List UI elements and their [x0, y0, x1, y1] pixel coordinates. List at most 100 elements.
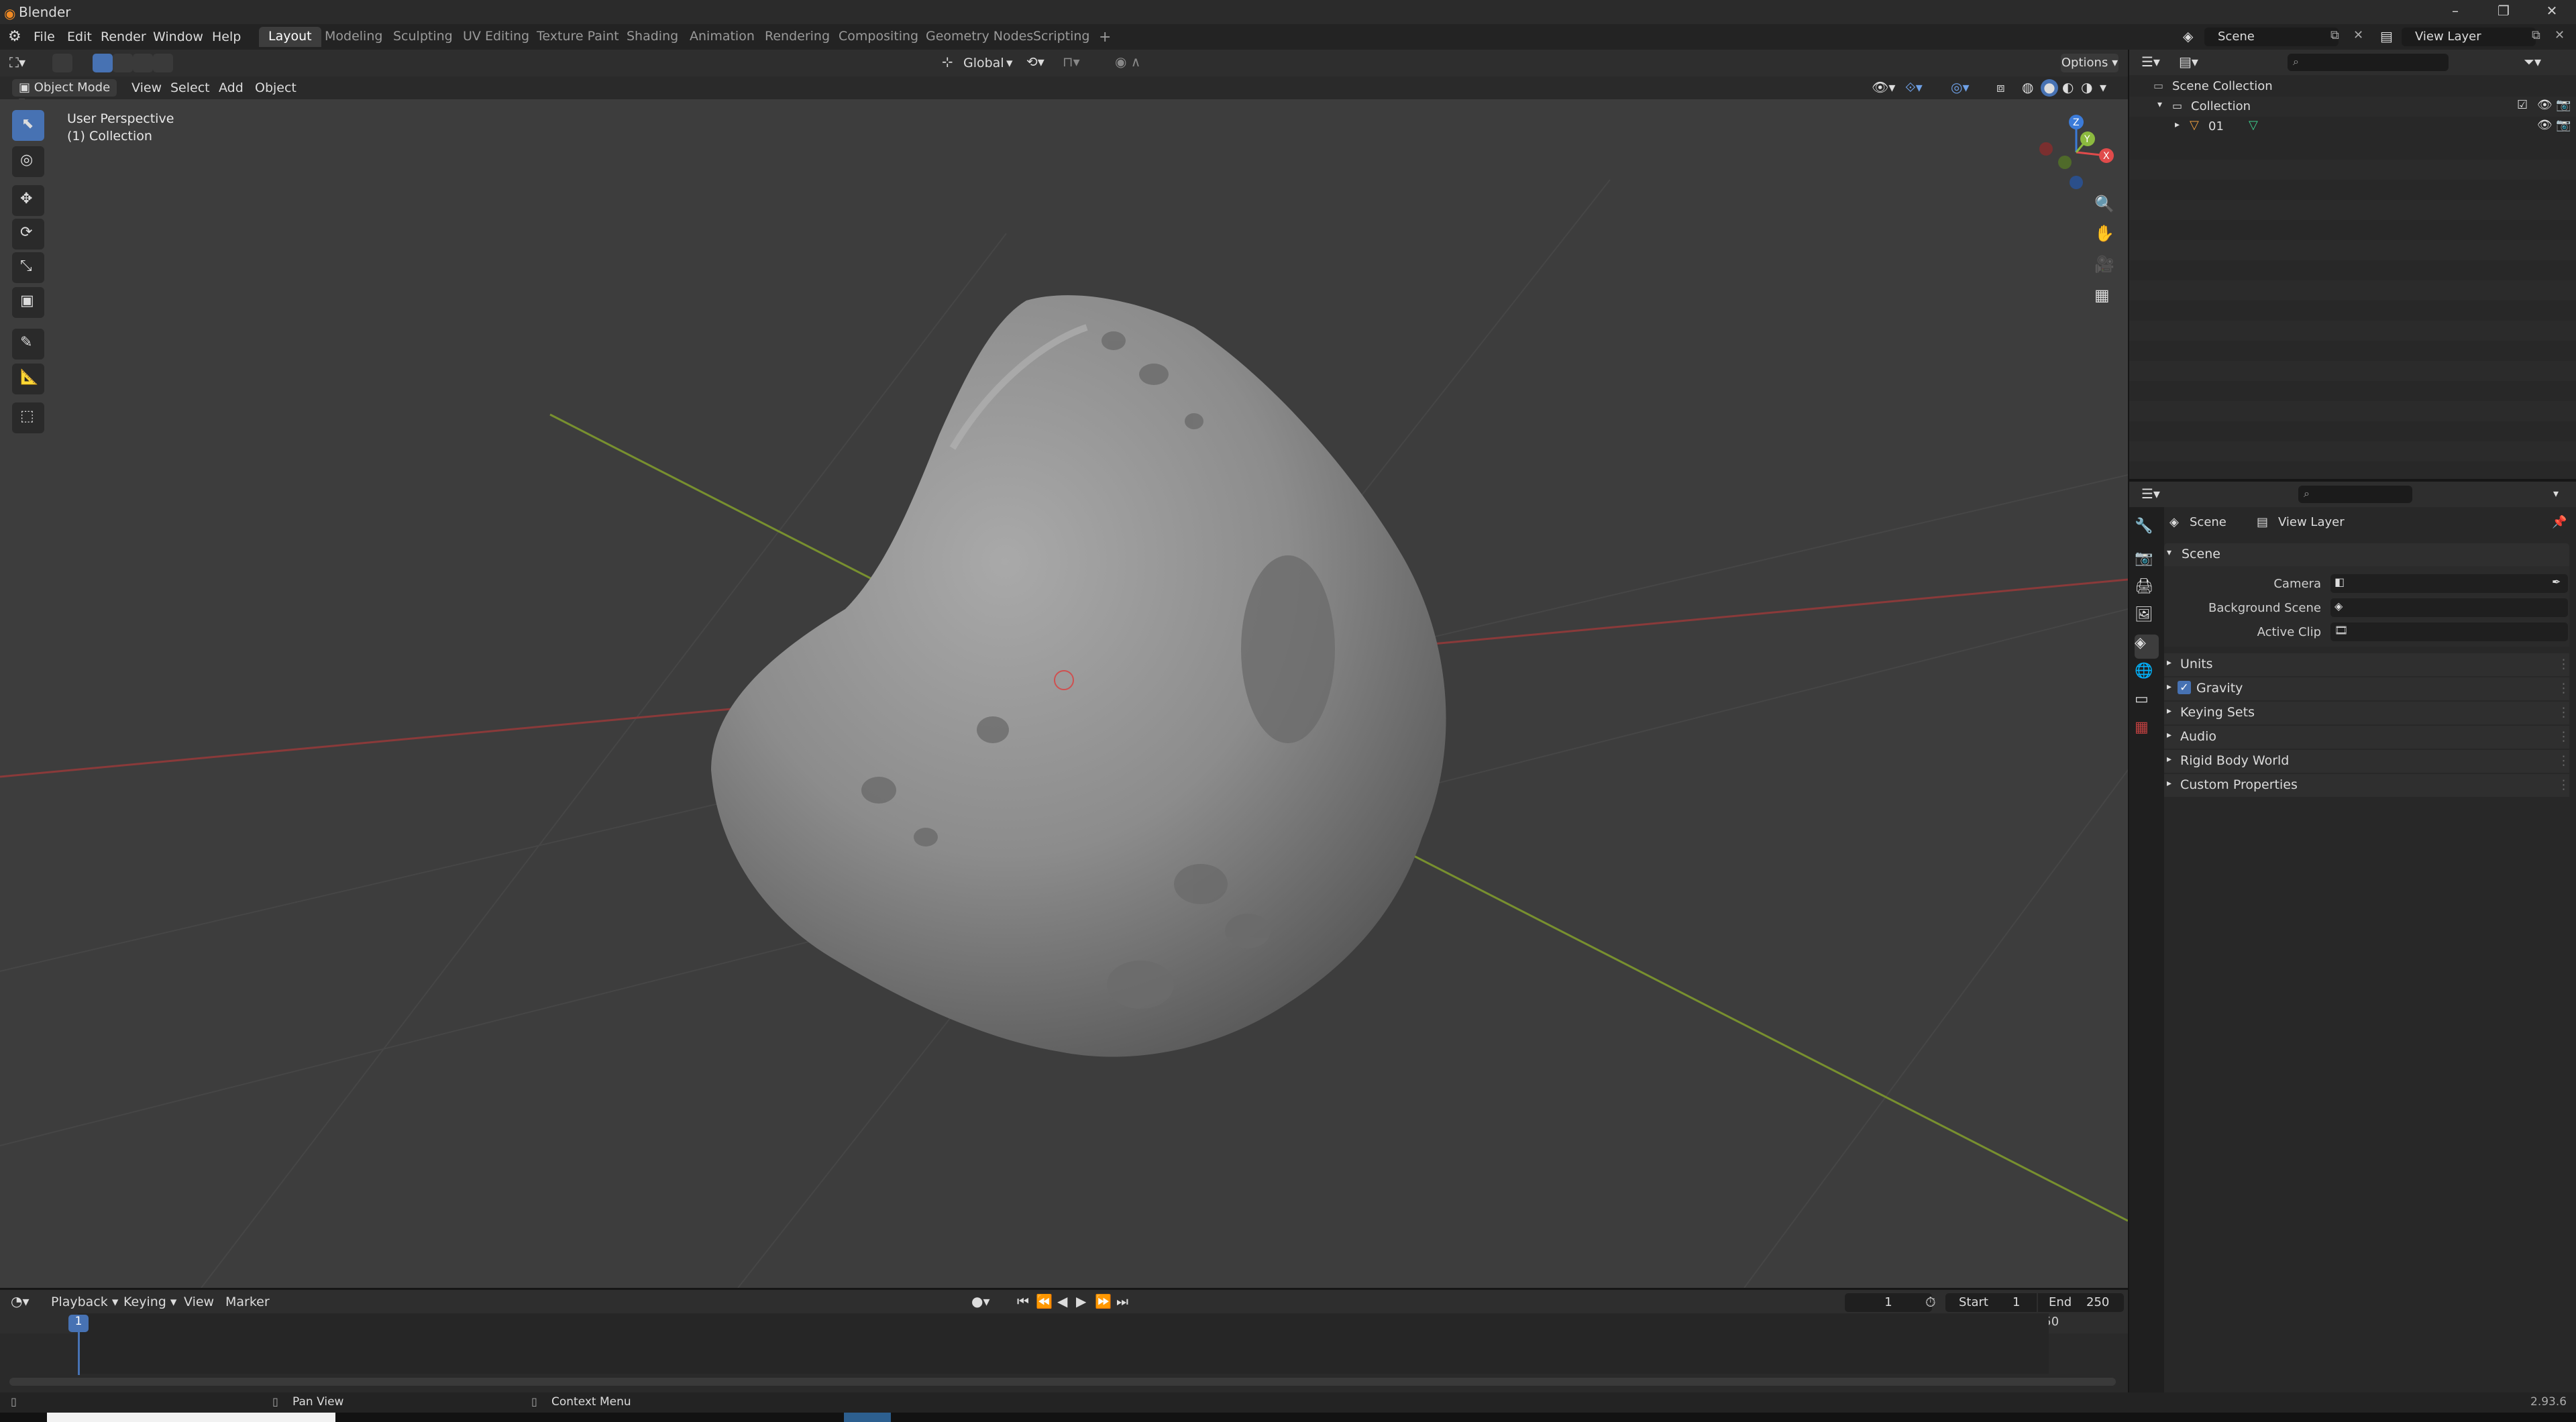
chevron-down-icon[interactable]: ▾ — [2553, 487, 2559, 500]
camera-view-icon[interactable]: 🎥 — [2094, 255, 2114, 274]
outliner-row[interactable]: ▾ ▭ Collection ☑ 👁 📷 — [2129, 97, 2576, 117]
select-box-icon[interactable] — [52, 54, 72, 72]
pan-hand-icon[interactable]: ✋ — [2094, 224, 2114, 243]
collection-tab-icon[interactable]: ▭ — [2135, 691, 2159, 715]
tool-cursor[interactable]: ◎ — [12, 146, 44, 177]
outliner-row[interactable]: ▭ Scene Collection — [2129, 76, 2576, 97]
chevron-down-icon[interactable]: ▾ — [1006, 56, 1013, 70]
drag-handle-icon[interactable]: ⋮ — [2557, 777, 2570, 792]
tab-uv-editing[interactable]: UV Editing — [453, 27, 539, 47]
add-workspace-icon[interactable]: + — [1089, 27, 1120, 47]
drag-handle-icon[interactable]: ⋮ — [2557, 681, 2570, 696]
camera-icon[interactable]: 📷 — [2556, 118, 2571, 132]
viewport-menu-object[interactable]: Object — [255, 80, 297, 95]
proportional-editing-icon[interactable]: ◉ ∧ — [1115, 54, 1140, 70]
subpanel-keying-sets[interactable]: ▸ Keying Sets ⋮ — [2164, 702, 2570, 724]
taskbar-search-box[interactable] — [47, 1413, 335, 1422]
drag-handle-icon[interactable]: ⋮ — [2557, 705, 2570, 720]
camera-icon[interactable]: 📷 — [2556, 98, 2571, 112]
xray-toggle-icon[interactable]: ⧈ — [1996, 79, 2005, 95]
select-subtract-icon[interactable] — [133, 54, 153, 72]
tool-settings-tab-icon[interactable]: 🔧 — [2135, 518, 2159, 542]
tab-compositing[interactable]: Compositing — [829, 27, 928, 47]
options-dropdown[interactable]: Options ▾ — [2061, 54, 2118, 72]
timeline-editor-icon[interactable]: ◔▾ — [11, 1293, 30, 1309]
background-scene-field[interactable]: ◈ — [2330, 598, 2568, 617]
render-tab-icon[interactable]: 📷 — [2135, 550, 2159, 574]
properties-editor-icon[interactable]: ☰▾ — [2141, 486, 2160, 502]
menu-window[interactable]: Window — [153, 30, 203, 44]
delete-view-layer-icon[interactable]: ✕ — [2555, 28, 2565, 42]
timeline-menu-view[interactable]: View — [184, 1295, 214, 1309]
filter-icon[interactable]: ⏷▾ — [2524, 54, 2541, 70]
view-layer-icon[interactable]: ▤ — [2380, 28, 2393, 44]
current-frame-field[interactable]: 1 — [1845, 1293, 1932, 1312]
viewport-menu-select[interactable]: Select — [170, 80, 210, 95]
select-new-icon[interactable] — [93, 54, 113, 72]
zoom-icon[interactable]: 🔍 — [2094, 195, 2114, 213]
texture-tab-icon[interactable]: ▦ — [2135, 719, 2159, 743]
jump-start-icon[interactable]: ⏮ — [1017, 1293, 1029, 1309]
navigation-gizmo[interactable]: Z X Y — [2033, 109, 2120, 196]
tool-transform[interactable]: ▣ — [12, 287, 44, 318]
view-layer-selector[interactable]: View Layer — [2402, 28, 2536, 46]
scene-selector[interactable]: Scene — [2204, 28, 2339, 46]
world-tab-icon[interactable]: 🌐 — [2135, 663, 2159, 687]
tool-rotate[interactable]: ⟳ — [12, 219, 44, 250]
select-intersect-icon[interactable] — [153, 54, 173, 72]
shading-wireframe-icon[interactable]: ◍ — [2022, 79, 2033, 95]
drag-handle-icon[interactable]: ⋮ — [2557, 729, 2570, 744]
taskbar-active-app[interactable] — [844, 1413, 891, 1422]
gizmo-neg-x-icon[interactable] — [2039, 142, 2053, 156]
active-clip-field[interactable]: 🎞 — [2330, 622, 2568, 641]
eye-icon[interactable]: 👁 — [2537, 118, 2553, 132]
minimize-icon[interactable]: – — [2446, 3, 2465, 21]
expand-arrow-icon[interactable]: ▸ — [2175, 119, 2180, 130]
scene-icon[interactable]: ◈ — [2183, 28, 2193, 44]
ortho-toggle-icon[interactable]: ▦ — [2094, 286, 2110, 305]
view-layer-tab-icon[interactable]: 🖼 — [2135, 606, 2159, 631]
tool-annotate[interactable]: ✎ — [12, 329, 44, 360]
display-mode-icon[interactable]: ▤▾ — [2179, 54, 2198, 70]
subpanel-audio[interactable]: ▸ Audio ⋮ — [2164, 726, 2570, 749]
tool-move[interactable]: ✥ — [12, 185, 44, 216]
asteroid-mesh[interactable] — [711, 295, 1446, 1057]
output-tab-icon[interactable]: 🖨 — [2135, 578, 2159, 602]
end-frame-field[interactable]: End 250 — [2038, 1293, 2124, 1312]
new-view-layer-icon[interactable]: ⧉ — [2532, 28, 2540, 42]
eye-icon[interactable]: 👁 — [2537, 98, 2553, 112]
drag-handle-icon[interactable]: ⋮ — [2557, 753, 2570, 768]
gizmo-neg-z-icon[interactable] — [2070, 176, 2083, 189]
tab-animation[interactable]: Animation — [680, 27, 764, 47]
subpanel-units[interactable]: ▸ Units ⋮ — [2164, 653, 2570, 676]
eyedropper-icon[interactable]: ✒ — [2552, 576, 2561, 588]
properties-search-input[interactable]: ⌕ — [2298, 486, 2412, 503]
subpanel-rigid-body-world[interactable]: ▸ Rigid Body World ⋮ — [2164, 750, 2570, 773]
tool-scale[interactable]: ⤡ — [12, 252, 44, 283]
tab-modeling[interactable]: Modeling — [315, 27, 392, 47]
menu-edit[interactable]: Edit — [67, 30, 92, 44]
shading-material-icon[interactable]: ◐ — [2062, 79, 2074, 95]
start-frame-field[interactable]: Start 1 — [1945, 1293, 2037, 1312]
checkbox-icon[interactable]: ☑ — [2517, 98, 2528, 112]
timeline-menu-playback[interactable]: Playback ▾ — [51, 1295, 118, 1309]
gizmo-toggle-icon[interactable]: ⟐▾ — [1905, 79, 1923, 95]
play-icon[interactable]: ▶ — [1076, 1293, 1086, 1309]
tab-sculpting[interactable]: Sculpting — [384, 27, 462, 47]
transform-orientation-dropdown[interactable]: Global — [963, 56, 1004, 70]
clock-icon[interactable]: ⏱ — [1925, 1294, 1936, 1310]
close-icon[interactable]: ✕ — [2542, 3, 2561, 21]
drag-handle-icon[interactable]: ⋮ — [2557, 657, 2570, 671]
timeline-scrollbar[interactable] — [9, 1378, 2116, 1386]
gizmo-neg-y-icon[interactable] — [2058, 156, 2072, 169]
tab-layout[interactable]: Layout — [259, 27, 321, 47]
pivot-point-icon[interactable]: ⟲▾ — [1026, 54, 1044, 70]
shading-options-icon[interactable]: ▾ — [2100, 79, 2106, 95]
editor-type-icon[interactable]: ⛶▾ — [9, 54, 25, 70]
shading-rendered-icon[interactable]: ◑ — [2081, 79, 2092, 95]
outliner-search-input[interactable]: ⌕ — [2288, 54, 2449, 71]
play-reverse-icon[interactable]: ◀ — [1057, 1293, 1067, 1309]
playhead-marker[interactable]: 1 — [68, 1315, 89, 1332]
mode-selector[interactable]: ▣ Object Mode ▾ — [12, 79, 117, 109]
timeline-menu-keying[interactable]: Keying ▾ — [123, 1295, 176, 1309]
